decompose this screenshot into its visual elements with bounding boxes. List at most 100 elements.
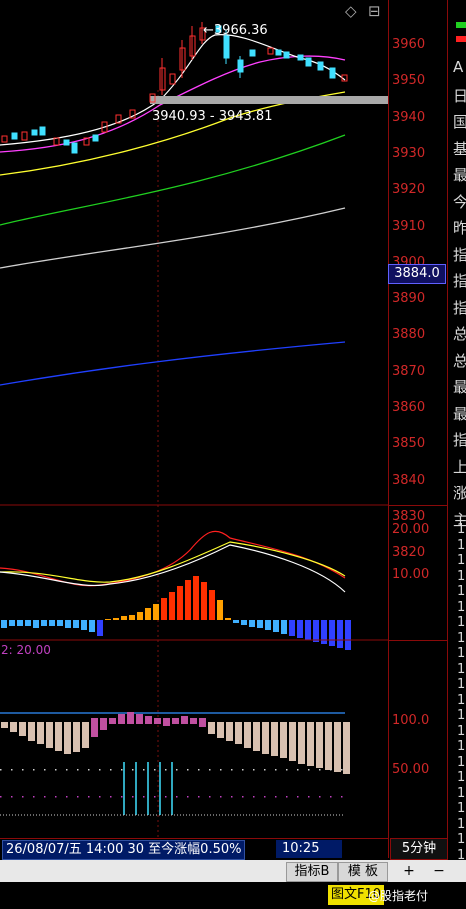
quote-panel-label: 国 — [453, 113, 466, 131]
quote-panel-value: 1 — [457, 832, 466, 847]
quote-panel-label: 总 — [453, 325, 466, 343]
level-dot — [319, 769, 321, 771]
quote-panel-value: 1 — [457, 522, 466, 537]
template-button[interactable]: 模 板 — [338, 862, 388, 882]
indicator3-bar — [1, 722, 8, 728]
level-dot — [231, 769, 233, 771]
macd-bar — [201, 582, 207, 620]
window-icon[interactable]: ⊟ — [368, 2, 381, 20]
level-dot — [88, 769, 90, 771]
indicator3-bar — [253, 722, 260, 751]
quote-panel-label: 指 — [453, 272, 466, 290]
level-dot — [132, 769, 134, 771]
quote-panel-value: 1 — [457, 661, 466, 677]
indicator3-bar — [73, 722, 80, 752]
indicator3-bar — [190, 718, 197, 724]
macd-bar — [177, 586, 183, 620]
macd-bar — [185, 580, 191, 620]
zoom-in-button[interactable]: + — [396, 862, 422, 880]
level-dot — [253, 769, 255, 771]
ma5-line — [0, 34, 346, 146]
zoom-out-button[interactable]: − — [426, 862, 452, 880]
level-dot — [297, 796, 299, 798]
quote-panel-label: 涨 — [453, 484, 466, 502]
macd-bar — [121, 616, 127, 620]
indicator3-bar — [307, 722, 314, 766]
indicator3-bar — [271, 722, 278, 756]
indicator3-bar — [181, 716, 188, 724]
indicator3-bar — [208, 722, 215, 734]
quote-panel-value: 1 — [457, 537, 466, 553]
macd-bar — [65, 620, 71, 628]
level-dot — [77, 796, 79, 798]
macd-bar — [137, 612, 143, 620]
range-annotation: 3940.93 - 3943.81 — [152, 109, 273, 124]
quote-panel-value: 1 — [457, 584, 466, 599]
level-dot — [22, 796, 24, 798]
price-axis-label: 3950 — [392, 73, 426, 89]
macd-bar — [89, 620, 95, 632]
level-dot — [275, 769, 277, 771]
period-selector[interactable]: 5分钟 — [390, 838, 448, 860]
price-axis-label: 3920 — [392, 182, 426, 198]
level-dot — [341, 769, 343, 771]
indicator3-bar — [64, 722, 71, 754]
price-band — [150, 96, 388, 104]
indicator3-bar — [28, 722, 35, 741]
level-dot — [231, 796, 233, 798]
level-dot — [176, 769, 178, 771]
legend-green-swatch — [456, 22, 466, 28]
quote-panel-label: 上 — [453, 457, 466, 476]
macd-bar — [9, 620, 15, 626]
indicator-button[interactable]: 指标B — [286, 862, 338, 882]
level-dot — [209, 769, 211, 771]
macd-bar — [49, 620, 55, 626]
level-dot — [187, 769, 189, 771]
level-dot — [33, 796, 35, 798]
level-dot — [198, 796, 200, 798]
price-axis-label: 3860 — [392, 400, 426, 415]
ind3-axis-label: 50.00 — [392, 762, 430, 777]
kline-chart[interactable]: 2: 20.00 — [0, 0, 388, 858]
current-time: 10:25 — [276, 840, 342, 858]
axis-separator — [388, 0, 389, 858]
indicator3-bar — [289, 722, 296, 761]
macd-bar — [329, 620, 335, 646]
macd-bar — [257, 620, 263, 628]
level-dot — [44, 796, 46, 798]
level-dot — [66, 769, 68, 771]
macd-bar — [297, 620, 303, 638]
indicator3-bar — [316, 722, 323, 768]
level-dot — [165, 796, 167, 798]
diamond-icon[interactable]: ◇ — [345, 2, 357, 20]
axis-divider — [388, 640, 447, 641]
status-bar: 26/08/07/五 14:00 30 至今涨幅0.50% 10:25 — [0, 838, 388, 860]
price-axis-label: 3960 — [392, 37, 426, 52]
level-dot — [55, 796, 57, 798]
indicator3-bar — [91, 718, 98, 737]
ma20-line — [0, 91, 346, 176]
price-axis-label: 3870 — [392, 363, 426, 379]
quote-panel-value: 1 — [457, 754, 466, 770]
level-dot — [209, 796, 211, 798]
macd-bar — [41, 620, 47, 626]
level-dot — [121, 769, 123, 771]
macd-bar — [337, 620, 343, 648]
macd-bar — [225, 618, 231, 620]
macd-bar — [25, 620, 31, 626]
quote-panel-value: 1 — [457, 770, 466, 785]
level-dot — [319, 796, 321, 798]
macd-bar — [153, 604, 159, 620]
price-axis-label: 3820 — [392, 545, 426, 561]
level-dot — [11, 796, 13, 798]
ma60-line — [0, 134, 346, 226]
macd-bar — [129, 615, 135, 620]
level-dot — [286, 769, 288, 771]
price-axis-label: 3910 — [392, 218, 426, 234]
indicator3-bar — [10, 722, 17, 732]
macd-axis-label: 20.00 — [392, 522, 430, 537]
quote-panel-value: 1 — [457, 708, 466, 723]
price-axis-label: 3840 — [392, 472, 426, 488]
quote-panel-value: 1 — [457, 785, 466, 801]
level-dot — [308, 769, 310, 771]
